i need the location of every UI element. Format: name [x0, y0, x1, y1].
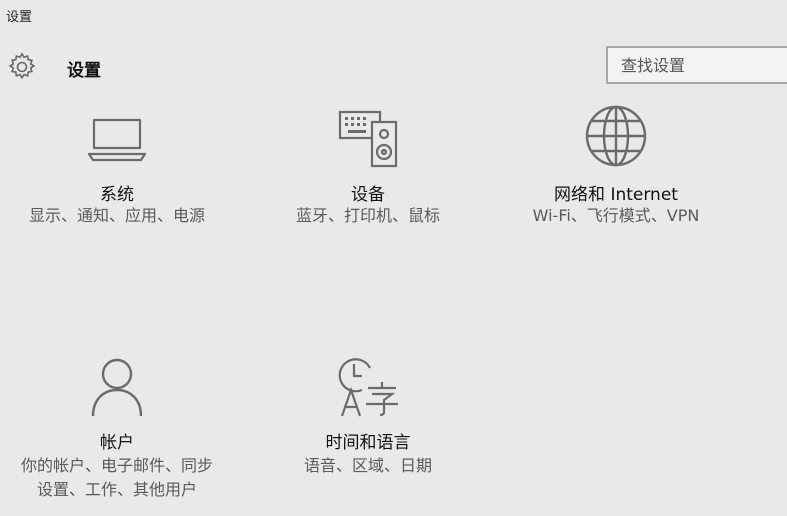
tile-devices[interactable]: 设备 蓝牙、打印机、鼠标: [248, 100, 488, 260]
tile-description: Wi-Fi、飞行模式、VPN: [532, 206, 700, 225]
tile-name: 时间和语言: [325, 433, 411, 453]
tile-name: 帐户: [100, 433, 134, 453]
gear-icon[interactable]: [6, 51, 38, 83]
tile-description: 蓝牙、打印机、鼠标: [295, 206, 440, 225]
search-box[interactable]: [606, 46, 787, 84]
tile-description: 你的帐户、电子邮件、同步设置、工作、其他用户: [20, 456, 213, 499]
tile-network[interactable]: 网络和 Internet Wi-Fi、飞行模式、VPN: [496, 100, 736, 260]
time-language-icon: [338, 358, 398, 417]
search-input[interactable]: [608, 48, 787, 82]
laptop-icon: [87, 118, 147, 162]
tile-name: 系统: [100, 185, 134, 205]
devices-icon: [338, 110, 398, 168]
page-title: 设置: [67, 61, 101, 81]
tile-name: 网络和 Internet: [554, 185, 678, 205]
tile-description: 显示、通知、应用、电源: [28, 206, 205, 225]
globe-icon: [585, 105, 647, 167]
person-icon: [91, 358, 143, 417]
window-title: 设置: [6, 10, 33, 25]
tile-accounts[interactable]: 帐户 你的帐户、电子邮件、同步设置、工作、其他用户: [0, 350, 237, 516]
tile-time-language[interactable]: 时间和语言 语音、区域、日期: [248, 350, 488, 516]
header: 设置: [0, 46, 787, 90]
tile-name: 设备: [351, 185, 385, 205]
tile-system[interactable]: 系统 显示、通知、应用、电源: [0, 100, 237, 260]
tile-description: 语音、区域、日期: [303, 456, 432, 475]
